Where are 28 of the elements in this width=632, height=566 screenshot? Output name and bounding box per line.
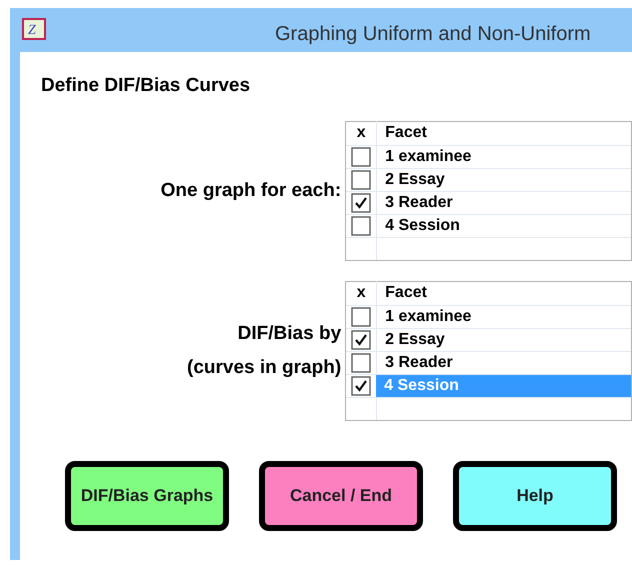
column-header: x xyxy=(356,283,367,303)
facet-item[interactable]: 2 Essay xyxy=(376,328,631,350)
action-button[interactable]: Cancel / End xyxy=(259,460,423,530)
action-button[interactable]: DIF/Bias Graphs xyxy=(65,460,229,530)
checkbox[interactable] xyxy=(351,306,372,326)
window-title: Graphing Uniform and Non-Uniform xyxy=(275,22,591,47)
facet-item[interactable]: 3 Reader xyxy=(376,192,631,214)
checkbox[interactable] xyxy=(351,146,372,166)
column-header: Facet xyxy=(376,281,427,305)
section-heading: Define DIF/Bias Curves xyxy=(41,74,252,98)
facet-item[interactable]: 1 examinee xyxy=(376,146,631,168)
checkbox[interactable] xyxy=(351,330,372,350)
column-header: Facet xyxy=(376,121,427,145)
checkbox[interactable] xyxy=(351,170,372,190)
facet-item[interactable]: 1 examinee xyxy=(376,306,631,328)
facet-item[interactable]: 2 Essay xyxy=(376,168,631,190)
app-icon: Z xyxy=(22,18,46,40)
checkbox[interactable] xyxy=(351,376,372,396)
column-header: x xyxy=(356,123,367,143)
facet-item[interactable]: 3 Reader xyxy=(376,352,631,374)
checkbox[interactable] xyxy=(351,352,372,372)
action-button[interactable]: Help xyxy=(453,460,617,530)
field-label: One graph for each: xyxy=(160,178,342,202)
checkbox[interactable] xyxy=(351,216,372,236)
field-label: (curves in graph) xyxy=(187,356,342,380)
field-label: DIF/Bias by xyxy=(238,322,342,346)
checkbox[interactable] xyxy=(351,192,372,212)
facet-item[interactable]: 4 Session xyxy=(376,214,631,236)
